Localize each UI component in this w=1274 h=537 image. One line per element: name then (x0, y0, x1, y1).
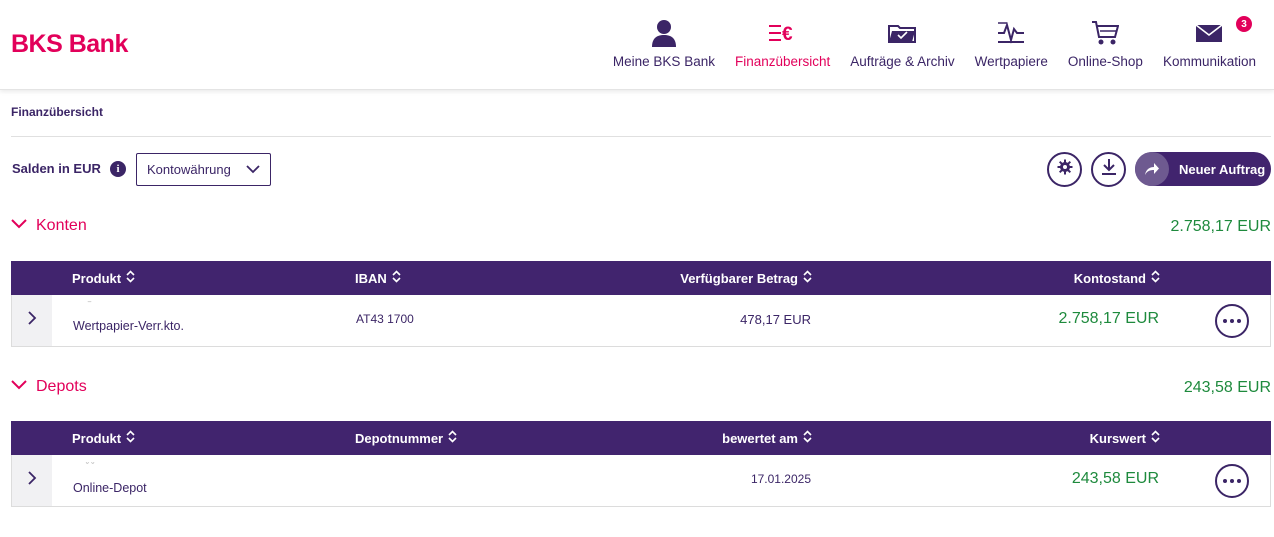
table-row: ‾ Wertpapier-Verr.kto. AT43 1700 478,17 … (11, 295, 1271, 347)
top-header: BKS Bank Meine BKS Bank € Finanzübersich… (0, 0, 1274, 90)
nav-label: Wertpapiere (974, 54, 1048, 69)
column-header-produkt[interactable]: Produkt (72, 261, 135, 295)
table-header: Produkt IBAN Verfügbarer Betrag Kontosta… (11, 261, 1271, 295)
divider (11, 136, 1271, 137)
currency-select-value: Kontowährung (147, 162, 231, 177)
table-row: ˘ ˘ Online-Depot 17.01.2025 243,58 EUR (11, 455, 1271, 507)
depots-table: Produkt Depotnummer bewertet am Kurswert… (11, 421, 1271, 507)
column-header-iban[interactable]: IBAN (355, 261, 401, 295)
breadcrumb: Finanzübersicht (11, 105, 104, 119)
folder-icon (888, 17, 917, 49)
dot (1223, 479, 1227, 483)
cart-icon (1091, 17, 1120, 49)
nav-item-meine-bks-bank[interactable]: Meine BKS Bank (603, 0, 725, 90)
info-icon[interactable]: i (110, 161, 126, 177)
depots-total: 243,58 EUR (1183, 379, 1271, 396)
market-value: 243,58 EUR (1071, 470, 1159, 487)
download-button[interactable] (1091, 152, 1126, 187)
chevron-down-icon (11, 378, 27, 396)
dot (1223, 319, 1227, 323)
konten-title: Konten (36, 217, 87, 234)
account-balance: 2.758,17 EUR (1058, 310, 1159, 327)
product-name[interactable]: Online-Depot (73, 481, 147, 495)
nav-label: Online-Shop (1067, 54, 1143, 69)
more-options-button[interactable] (1215, 464, 1249, 498)
iban-value: AT43 1700 (356, 312, 414, 326)
chevron-right-icon (27, 311, 37, 330)
sort-icon (803, 270, 812, 286)
chevron-right-icon (27, 471, 37, 490)
new-order-button[interactable]: Neuer Auftrag (1135, 152, 1271, 186)
konten-table: Produkt IBAN Verfügbarer Betrag Kontosta… (11, 261, 1271, 347)
column-header-kontostand[interactable]: Kontostand (1074, 261, 1160, 295)
sort-icon (803, 430, 812, 446)
masked-text: ‾ (88, 301, 91, 311)
column-label: Produkt (72, 430, 122, 446)
new-order-label: Neuer Auftrag (1179, 161, 1266, 177)
column-label: Kontostand (1073, 270, 1146, 286)
nav-label: Kommunikation (1162, 54, 1256, 69)
nav-item-online-shop[interactable]: Online-Shop (1058, 0, 1153, 90)
column-header-kurswert[interactable]: Kurswert (1090, 421, 1160, 455)
column-label: Depotnummer (355, 430, 444, 446)
dot (1237, 479, 1241, 483)
dot (1230, 479, 1234, 483)
notification-badge: 3 (1235, 15, 1253, 33)
list-euro-icon: € (768, 17, 798, 49)
column-header-verfuegbarer-betrag[interactable]: Verfügbarer Betrag (680, 261, 812, 295)
sort-icon (1151, 270, 1160, 286)
salden-label: Salden in EUR (12, 161, 101, 176)
share-arrow-icon (1135, 152, 1169, 186)
nav-label: Meine BKS Bank (612, 54, 715, 69)
svg-text:€: € (782, 24, 793, 43)
column-label: Kurswert (1089, 430, 1146, 446)
column-label: Verfügbarer Betrag (680, 270, 798, 286)
konten-total: 2.758,17 EUR (1170, 218, 1271, 235)
row-expand-button[interactable] (12, 455, 52, 506)
mail-icon (1195, 17, 1223, 49)
chart-icon (997, 17, 1025, 49)
table-header: Produkt Depotnummer bewertet am Kurswert (11, 421, 1271, 455)
column-label: IBAN (355, 270, 387, 286)
dot (1230, 319, 1234, 323)
chevron-down-icon (246, 162, 260, 179)
depots-title: Depots (36, 378, 87, 395)
main-nav: Meine BKS Bank € Finanzübersicht Aufträg… (603, 0, 1266, 90)
column-label: Produkt (72, 270, 122, 286)
product-name[interactable]: Wertpapier-Verr.kto. (73, 319, 184, 333)
user-icon (651, 17, 677, 49)
dot (1237, 319, 1241, 323)
sort-icon (1151, 430, 1160, 446)
more-options-button[interactable] (1215, 304, 1249, 338)
nav-item-finanzuebersicht[interactable]: € Finanzübersicht (725, 0, 840, 90)
column-header-produkt[interactable]: Produkt (72, 421, 135, 455)
settings-button[interactable] (1047, 152, 1082, 187)
column-label: bewertet am (722, 430, 798, 446)
masked-text: ˘ ˘ (86, 461, 95, 471)
nav-item-wertpapiere[interactable]: Wertpapiere (965, 0, 1058, 90)
chevron-down-icon (11, 217, 27, 235)
nav-item-auftraege-archiv[interactable]: Aufträge & Archiv (840, 0, 964, 90)
bks-bank-logo[interactable]: BKS Bank (11, 30, 128, 59)
column-header-bewertet-am[interactable]: bewertet am (722, 421, 812, 455)
nav-item-kommunikation[interactable]: Kommunikation 3 (1153, 0, 1266, 90)
sort-icon (126, 430, 135, 446)
nav-label: Finanzübersicht (734, 54, 831, 69)
row-expand-button[interactable] (12, 295, 52, 346)
depots-section-toggle[interactable]: Depots (11, 378, 87, 396)
sort-icon (392, 270, 401, 286)
sort-icon (126, 270, 135, 286)
currency-select[interactable]: Kontowährung (136, 153, 271, 186)
sort-icon (448, 430, 457, 446)
konten-section-toggle[interactable]: Konten (11, 217, 87, 235)
available-amount: 478,17 EUR (740, 312, 811, 327)
nav-label: Aufträge & Archiv (850, 54, 955, 69)
valued-on-date: 17.01.2025 (750, 472, 811, 486)
gear-icon (1057, 159, 1073, 180)
download-icon (1101, 158, 1117, 181)
column-header-depotnummer[interactable]: Depotnummer (355, 421, 457, 455)
